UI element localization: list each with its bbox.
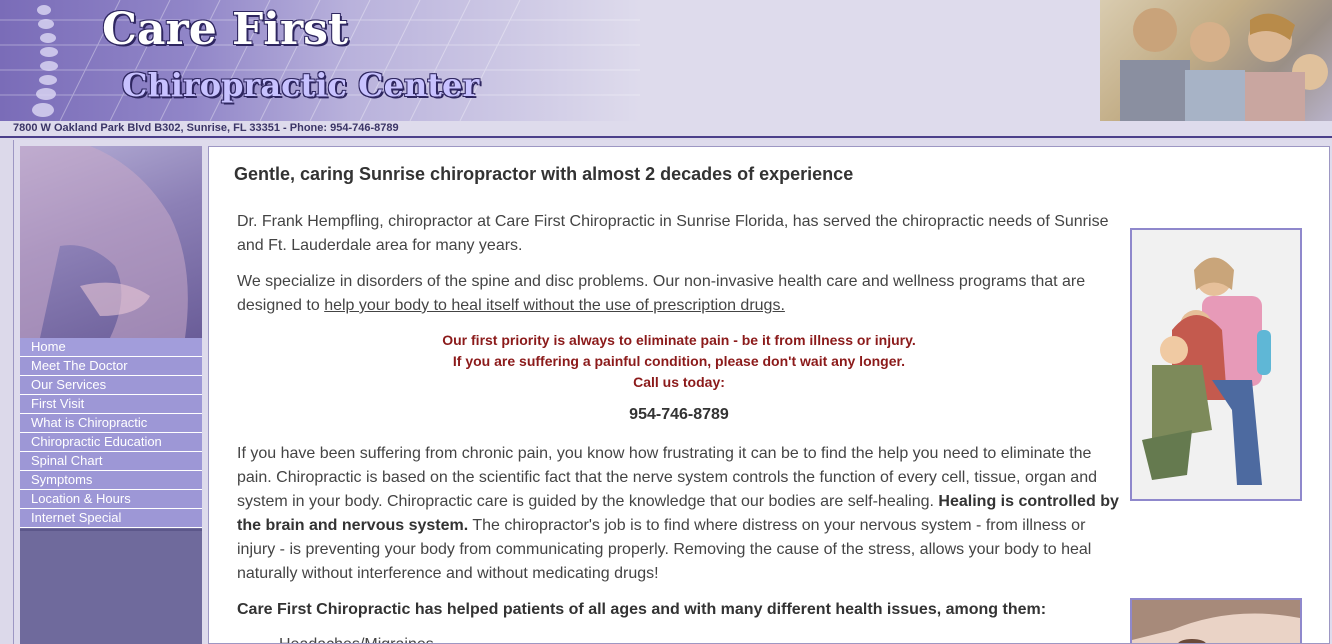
intro-paragraph: Dr. Frank Hempfling, chiropractor at Car… [237,213,1109,254]
chronic-pain-paragraph: If you have been suffering from chronic … [237,442,1127,586]
mother-children-photo [1130,228,1302,501]
nav-meet-the-doctor[interactable]: Meet The Doctor [20,357,202,376]
nav-our-services[interactable]: Our Services [20,376,202,395]
back-photo-art [20,146,188,338]
sidebar: Home Meet The Doctor Our Services First … [20,146,202,644]
nav-symptoms[interactable]: Symptoms [20,471,202,490]
nav-chiropractic-education[interactable]: Chiropractic Education [20,433,202,452]
address-text: 7800 W Oakland Park Blvd B302, Sunrise, … [13,122,399,134]
family-photo [1100,0,1332,121]
heal-itself-link[interactable]: help your body to heal itself without th… [324,297,785,314]
sidebar-footer [20,529,202,644]
urgency-notice: If you are suffering a painful condition… [452,353,906,369]
main-nav: Home Meet The Doctor Our Services First … [20,338,202,528]
priority-notice: Our first priority is always to eliminat… [442,332,916,348]
family-photo-art [1120,8,1328,121]
site-title[interactable]: Care First [102,4,348,55]
nav-first-visit[interactable]: First Visit [20,395,202,414]
header-banner: Care First Chiropractic Center [0,0,640,121]
patients-heading: Care First Chiropractic has helped patie… [237,601,1047,618]
nav-location-hours[interactable]: Location & Hours [20,490,202,509]
nav-what-is-chiropractic[interactable]: What is Chiropractic [20,414,202,433]
back-photo [20,146,202,338]
site-header: Care First Chiropractic Center [0,0,1332,121]
site-subtitle[interactable]: Chiropractic Center [122,66,479,104]
call-us-notice: Call us today: [633,374,725,390]
nav-internet-special[interactable]: Internet Special [20,509,202,528]
page-headline: Gentle, caring Sunrise chiropractor with… [234,164,854,184]
spine-graphic [32,5,58,117]
condition-list-item: Headaches/Migraines [279,636,434,643]
nav-spinal-chart[interactable]: Spinal Chart [20,452,202,471]
nav-home[interactable]: Home [20,338,202,357]
main-content: Gentle, caring Sunrise chiropractor with… [208,146,1330,644]
woman-face-photo [1130,598,1302,643]
specialty-paragraph: We specialize in disorders of the spine … [237,270,1121,318]
woman-face-art [1132,600,1300,643]
phone-number[interactable]: 954-746-8789 [237,406,1121,424]
mother-children-art [1132,230,1300,499]
address-bar: 7800 W Oakland Park Blvd B302, Sunrise, … [0,121,1332,138]
